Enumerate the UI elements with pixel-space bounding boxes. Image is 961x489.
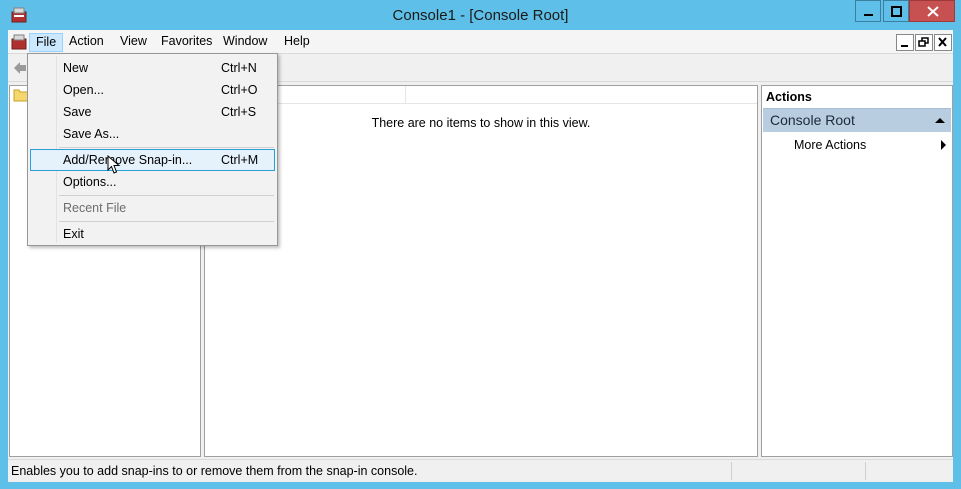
menu-item-label: Save bbox=[63, 105, 92, 119]
menu-help[interactable]: Help bbox=[278, 33, 316, 52]
actions-group-label: Console Root bbox=[770, 112, 855, 128]
results-pane[interactable]: There are no items to show in this view. bbox=[204, 85, 758, 457]
column-divider[interactable] bbox=[405, 86, 406, 104]
actions-group-console-root[interactable]: Console Root bbox=[763, 108, 951, 132]
menu-file[interactable]: File bbox=[29, 33, 64, 52]
menu-separator bbox=[59, 221, 274, 222]
menu-view[interactable]: View bbox=[114, 33, 153, 52]
menu-item-save-as[interactable]: Save As... bbox=[30, 123, 275, 145]
menu-bar: File Action View Favorites Window Help bbox=[8, 30, 953, 54]
minimize-icon bbox=[864, 14, 873, 16]
window-title: Console1 - [Console Root] bbox=[392, 7, 569, 24]
menu-item-label: Save As... bbox=[63, 127, 120, 141]
status-divider bbox=[731, 462, 732, 480]
menu-item-shortcut: Ctrl+S bbox=[221, 105, 257, 119]
maximize-button[interactable] bbox=[883, 0, 909, 22]
close-icon bbox=[927, 6, 939, 17]
status-bar: Enables you to add snap-ins to or remove… bbox=[8, 459, 953, 481]
menu-separator bbox=[59, 147, 274, 148]
menu-item-add-remove-snap-in[interactable]: Add/Remove Snap-in... Ctrl+M bbox=[30, 149, 275, 171]
menu-item-shortcut: Ctrl+M bbox=[221, 153, 259, 167]
menu-favorites[interactable]: Favorites bbox=[155, 33, 218, 52]
menu-item-label: Recent File bbox=[63, 201, 127, 215]
menu-item-options[interactable]: Options... bbox=[30, 171, 275, 193]
back-arrow-icon[interactable] bbox=[12, 60, 28, 76]
maximize-icon bbox=[891, 6, 902, 17]
menu-item-save[interactable]: Save Ctrl+S bbox=[30, 101, 275, 123]
child-minimize-button[interactable] bbox=[896, 34, 914, 51]
menu-item-new[interactable]: New Ctrl+N bbox=[30, 57, 275, 79]
child-close-button[interactable] bbox=[934, 34, 952, 51]
menu-item-exit[interactable]: Exit bbox=[30, 223, 275, 245]
more-actions-link[interactable]: More Actions bbox=[794, 138, 866, 152]
mouse-pointer-icon bbox=[107, 155, 121, 174]
title-bar: Console1 - [Console Root] bbox=[0, 0, 961, 30]
actions-pane: Actions Console Root More Actions bbox=[761, 85, 953, 457]
console-system-menu-icon[interactable] bbox=[11, 34, 27, 50]
menu-item-shortcut: Ctrl+O bbox=[221, 83, 258, 97]
status-text: Enables you to add snap-ins to or remove… bbox=[11, 464, 418, 478]
menu-item-label: Exit bbox=[63, 227, 84, 241]
actions-heading: Actions bbox=[766, 90, 812, 104]
minimize-button[interactable] bbox=[855, 0, 881, 22]
menu-item-recent-file: Recent File bbox=[30, 197, 275, 219]
restore-icon bbox=[918, 37, 929, 47]
menu-item-open[interactable]: Open... Ctrl+O bbox=[30, 79, 275, 101]
menu-item-shortcut: Ctrl+N bbox=[221, 61, 257, 75]
menu-separator bbox=[59, 195, 274, 196]
empty-view-message: There are no items to show in this view. bbox=[371, 116, 591, 130]
child-restore-button[interactable] bbox=[915, 34, 933, 51]
menu-item-label: Options... bbox=[63, 175, 117, 189]
collapse-arrow-icon[interactable] bbox=[935, 118, 945, 123]
list-column-header[interactable] bbox=[205, 86, 757, 104]
minimize-icon bbox=[901, 45, 908, 47]
menu-window[interactable]: Window bbox=[217, 33, 273, 52]
menu-item-label: Add/Remove Snap-in... bbox=[63, 153, 193, 167]
file-menu-dropdown: New Ctrl+N Open... Ctrl+O Save Ctrl+S Sa… bbox=[27, 53, 278, 246]
submenu-arrow-icon bbox=[941, 140, 946, 150]
status-divider bbox=[865, 462, 866, 480]
close-icon bbox=[938, 37, 947, 47]
menu-item-label: Open... bbox=[63, 83, 104, 97]
menu-item-label: New bbox=[63, 61, 89, 75]
menu-action[interactable]: Action bbox=[63, 33, 110, 52]
close-button[interactable] bbox=[909, 0, 955, 22]
